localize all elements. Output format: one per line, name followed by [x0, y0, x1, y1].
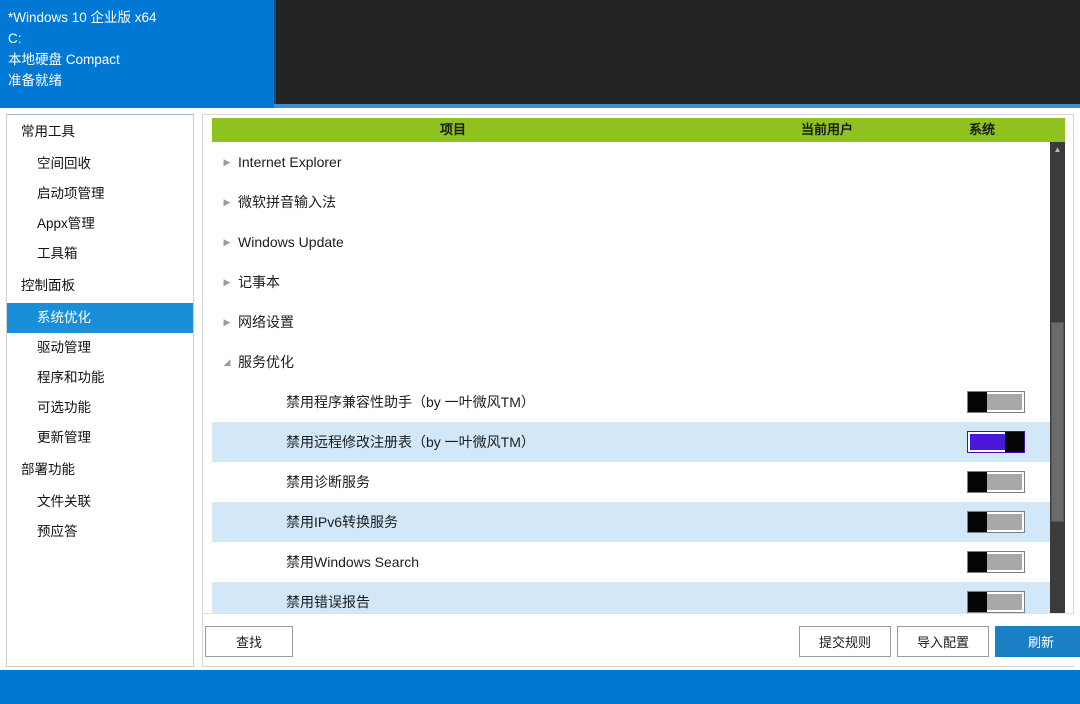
- system-info-line-disk: 本地硬盘 Compact: [8, 52, 120, 67]
- scroll-up-arrow-icon[interactable]: ▲: [1050, 142, 1065, 157]
- tree-parent-row[interactable]: ◢ 服务优化: [212, 342, 1050, 382]
- tree-child-row[interactable]: 禁用IPv6转换服务: [212, 502, 1050, 542]
- column-header-current-user: 当前用户: [800, 122, 853, 137]
- row-label: 禁用远程修改注册表（by 一叶微风TM）: [286, 434, 535, 450]
- system-toggle-switch[interactable]: [967, 391, 1025, 413]
- sidebar-item-optional-features[interactable]: 可选功能: [7, 393, 193, 423]
- system-info-panel: *Windows 10 企业版 x64 C: 本地硬盘 Compact 准备就绪: [0, 0, 274, 108]
- system-toggle-switch[interactable]: [967, 551, 1025, 573]
- system-info-line-os: *Windows 10 企业版 x64: [8, 10, 157, 25]
- sidebar-item-label: 可选功能: [37, 400, 91, 415]
- sidebar-item-update-manager[interactable]: 更新管理: [7, 423, 193, 453]
- sidebar-item-appx-manager[interactable]: Appx管理: [7, 209, 193, 239]
- table-column-header: 项目 当前用户 系统: [212, 118, 1065, 142]
- system-toggle-cell: [967, 431, 1025, 453]
- tree-child-row[interactable]: 禁用诊断服务: [212, 462, 1050, 502]
- banner-underline: [274, 104, 1080, 108]
- row-label: Internet Explorer: [238, 154, 342, 170]
- bottom-status-strip: [0, 670, 1080, 704]
- sidebar-item-driver-manager[interactable]: 驱动管理: [7, 333, 193, 363]
- sidebar-item-label: 启动项管理: [37, 186, 105, 201]
- row-label: 禁用诊断服务: [286, 474, 370, 490]
- sidebar-item-label: 系统优化: [37, 310, 91, 325]
- chevron-down-icon[interactable]: ◢: [216, 357, 238, 368]
- sidebar-item-label: 预应答: [37, 524, 78, 539]
- scrollbar-thumb[interactable]: [1051, 322, 1064, 522]
- tree-parent-row[interactable]: ▶ 网络设置: [212, 302, 1050, 342]
- system-toggle-cell: [967, 391, 1025, 413]
- sidebar-item-toolbox[interactable]: 工具箱: [7, 239, 193, 269]
- toggle-knob: [968, 592, 987, 612]
- chevron-right-icon[interactable]: ▶: [216, 157, 238, 168]
- system-info-line-status: 准备就绪: [8, 73, 62, 88]
- system-toggle-cell: [967, 511, 1025, 533]
- sidebar-item-label: 文件关联: [37, 494, 91, 509]
- row-label: 禁用程序兼容性助手（by 一叶微风TM）: [286, 394, 535, 410]
- tree-parent-row[interactable]: ▶ 记事本: [212, 262, 1050, 302]
- system-toggle-cell: [967, 591, 1025, 613]
- title-banner: *Windows 10 企业版 x64 C: 本地硬盘 Compact 准备就绪: [0, 0, 1080, 108]
- sidebar-item-label: 空间回收: [37, 156, 91, 171]
- row-label: 禁用IPv6转换服务: [286, 514, 399, 530]
- import-config-button[interactable]: 导入配置: [897, 626, 989, 657]
- sidebar-group-common-tools: 常用工具: [21, 124, 75, 139]
- sidebar-item-label: 驱动管理: [37, 340, 91, 355]
- row-label: Windows Update: [238, 234, 344, 250]
- chevron-right-icon[interactable]: ▶: [216, 197, 238, 208]
- sidebar-group-control-panel: 控制面板: [21, 278, 75, 293]
- tree-parent-row[interactable]: ▶ Windows Update: [212, 222, 1050, 262]
- sidebar-item-label: 工具箱: [37, 246, 78, 261]
- sidebar-item-file-association[interactable]: 文件关联: [7, 487, 193, 517]
- vertical-scrollbar[interactable]: ▲ ▼: [1050, 142, 1065, 637]
- tree-child-row[interactable]: 禁用Windows Search: [212, 542, 1050, 582]
- optimization-item-list: ▶ Internet Explorer ▶ 微软拼音输入法 ▶ Windows Updat…: [212, 142, 1050, 637]
- system-info-line-drive: C:: [8, 31, 22, 46]
- system-toggle-switch[interactable]: [967, 511, 1025, 533]
- toggle-knob: [968, 472, 987, 492]
- toggle-knob: [968, 392, 987, 412]
- sidebar-item-unattend-answer[interactable]: 预应答: [7, 517, 193, 547]
- toggle-knob: [968, 552, 987, 572]
- application-window: *Windows 10 企业版 x64 C: 本地硬盘 Compact 准备就绪…: [0, 0, 1080, 704]
- system-toggle-cell: [967, 471, 1025, 493]
- system-toggle-switch[interactable]: [967, 431, 1025, 453]
- tree-parent-row[interactable]: ▶ 微软拼音输入法: [212, 182, 1050, 222]
- row-label: 禁用Windows Search: [286, 554, 420, 570]
- refresh-button[interactable]: 刷新: [995, 626, 1080, 657]
- sidebar-item-label: 程序和功能: [37, 370, 105, 385]
- sidebar-item-system-optimization[interactable]: 系统优化: [7, 303, 193, 333]
- system-toggle-switch[interactable]: [967, 591, 1025, 613]
- column-header-system: 系统: [968, 122, 995, 137]
- find-button[interactable]: 查找: [205, 626, 293, 657]
- sidebar-item-space-recovery[interactable]: 空间回收: [7, 149, 193, 179]
- sidebar-navigation: 常用工具 空间回收 启动项管理 Appx管理 工具箱 控制面板 系统优化 驱动管…: [6, 114, 194, 667]
- sidebar-item-label: Appx管理: [37, 216, 95, 231]
- action-button-bar: 查找 提交规则 导入配置 刷新: [203, 613, 1080, 666]
- tree-child-row[interactable]: 禁用程序兼容性助手（by 一叶微风TM）: [212, 382, 1050, 422]
- row-label: 微软拼音输入法: [238, 194, 336, 210]
- row-label: 禁用错误报告: [286, 594, 370, 610]
- main-content-panel: 项目 当前用户 系统 ▶ Internet Explorer ▶ 微软拼音输入法 ▶ Wi…: [202, 114, 1080, 667]
- chevron-right-icon[interactable]: ▶: [216, 317, 238, 328]
- row-label: 网络设置: [238, 314, 294, 330]
- column-header-item: 项目: [439, 122, 466, 137]
- toggle-knob: [968, 512, 987, 532]
- sidebar-item-label: 更新管理: [37, 430, 91, 445]
- sidebar-item-startup-manager[interactable]: 启动项管理: [7, 179, 193, 209]
- chevron-right-icon[interactable]: ▶: [216, 237, 238, 248]
- system-toggle-switch[interactable]: [967, 471, 1025, 493]
- tree-child-row[interactable]: 禁用远程修改注册表（by 一叶微风TM）: [212, 422, 1050, 462]
- row-label: 服务优化: [238, 354, 294, 370]
- chevron-right-icon[interactable]: ▶: [216, 277, 238, 288]
- sidebar-group-deployment: 部署功能: [21, 462, 75, 477]
- submit-rules-button[interactable]: 提交规则: [799, 626, 891, 657]
- sidebar-item-programs-and-features[interactable]: 程序和功能: [7, 363, 193, 393]
- banner-dark-panel: [274, 0, 1080, 108]
- tree-parent-row[interactable]: ▶ Internet Explorer: [212, 142, 1050, 182]
- system-toggle-cell: [967, 551, 1025, 573]
- toggle-knob: [1005, 432, 1024, 452]
- row-label: 记事本: [238, 274, 280, 290]
